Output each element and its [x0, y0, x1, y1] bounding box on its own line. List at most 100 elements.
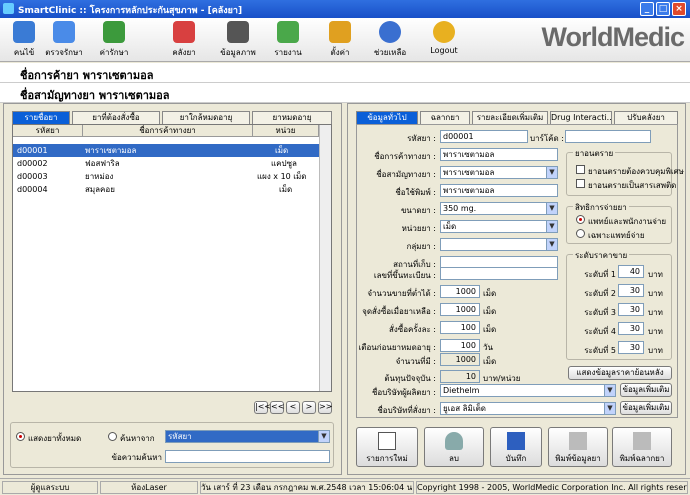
tab-near-expiry[interactable]: ยาใกล้หมดอายุ [162, 111, 250, 124]
price-level-field[interactable]: 30 [618, 322, 644, 335]
expiry-warn-field[interactable]: 100 [440, 339, 480, 352]
search-by-radio[interactable] [108, 432, 117, 441]
generic-name-select[interactable]: พาราเซตามอล ▼ [440, 166, 558, 179]
vendor-select[interactable]: ยูเอส ลิมิเต็ด ▼ [440, 402, 616, 415]
table-row[interactable]: d00002 ฟอสฟาริล แคปซูล [13, 157, 319, 170]
tab-general[interactable]: ข้อมูลทั่วไป [356, 111, 418, 124]
reorder-field[interactable]: 1000 [440, 303, 480, 316]
dispense-all-radio[interactable] [576, 215, 585, 224]
toolbar-label: ตั้งค่า [330, 48, 350, 57]
price-level-field[interactable]: 30 [618, 341, 644, 354]
controlled-drug-checkbox[interactable] [576, 165, 585, 174]
patient-icon [13, 21, 35, 43]
min-qty-field[interactable]: 1000 [440, 285, 480, 298]
maximize-button[interactable]: □ [656, 2, 670, 16]
vendor-more-button[interactable]: ข้อมูลเพิ่มเติม [620, 401, 672, 415]
title-bar: SmartClinic :: โครงการหลักประกันสุขภาพ -… [0, 0, 690, 18]
dispense-doctor-label: เฉพาะแพทย์จ่าย [588, 231, 645, 240]
toolbar-label: ตรวจรักษา [45, 48, 83, 57]
toolbar-help-button[interactable]: ช่วยเหลือ [366, 21, 414, 59]
price-history-button[interactable]: แสดงข้อมูลราคาย้อนหลัง [568, 366, 672, 380]
toolbar-treatment-button[interactable]: ตรวจรักษา [40, 21, 88, 59]
cell-unit: เม็ด [279, 185, 293, 194]
narcotic-drug-checkbox[interactable] [576, 179, 585, 188]
toolbar-pharmacy-button[interactable]: คลังยา [160, 21, 208, 59]
tab-expired[interactable]: ยาหมดอายุ [252, 111, 332, 124]
tab-drug-list[interactable]: รายชื่อยา [12, 111, 70, 124]
status-datetime: วัน เสาร์ ที่ 23 เดือน กรกฎาคม พ.ศ.2548 … [200, 481, 414, 494]
pager-next-button[interactable]: > [302, 401, 316, 414]
drug-table: รหัสยา ชื่อการค้าทางยา หน่วย d00001 พาราเ… [12, 124, 332, 392]
money-icon [103, 21, 125, 43]
col-header-code[interactable]: รหัสยา [13, 125, 83, 137]
save-button[interactable]: บันทึก [490, 427, 542, 467]
toolbar-label: ค่ารักษา [99, 48, 129, 57]
barcode-field[interactable] [565, 130, 651, 143]
pager-first-button[interactable]: |<< [254, 401, 271, 414]
toolbar-fee-button[interactable]: ค่ารักษา [90, 21, 138, 59]
tab-to-order[interactable]: ยาที่ต้องสั่งซื้อ [72, 111, 160, 124]
supplier-select[interactable]: Diethelm ▼ [440, 384, 616, 397]
pager-prev-button[interactable]: < [286, 401, 300, 414]
toolbar-logout-button[interactable]: Logout [420, 21, 468, 55]
dispense-all-label: แพทย์และพนักงานจ่าย [588, 217, 667, 226]
toolbar-image-button[interactable]: ข้อมูลภาพ [214, 21, 262, 59]
table-row[interactable]: d00001 พาราเซตามอล เม็ด [13, 144, 319, 157]
price-level-field[interactable]: 30 [618, 284, 644, 297]
status-bar: ผู้ดูแลระบบ ห้องLaser วัน เสาร์ ที่ 23 เ… [0, 478, 690, 495]
tab-label[interactable]: ฉลากยา [420, 111, 470, 124]
vendor-value: ยูเอส ลิมิเต็ด [443, 404, 486, 413]
search-field-select[interactable]: รหัสยา ▼ [165, 430, 330, 443]
tab-adjust-stock[interactable]: ปรับคลังยา [614, 111, 678, 124]
toolbar-label: ช่วยเหลือ [373, 48, 407, 57]
col-header-unit[interactable]: หน่วย [253, 125, 319, 137]
group-select[interactable]: ▼ [440, 238, 558, 251]
delete-button[interactable]: ลบ [424, 427, 484, 467]
print-name-field[interactable]: พาราเซตามอล [440, 184, 558, 197]
tab-drug-interaction[interactable]: Drug Interacti... [550, 111, 612, 124]
minimize-button[interactable]: _ [640, 2, 654, 16]
price-level-field[interactable]: 40 [618, 265, 644, 278]
brand-logo: WorldMedic [541, 22, 685, 52]
chevron-down-icon: ▼ [546, 203, 557, 214]
registration-field[interactable] [440, 267, 558, 280]
chevron-down-icon: ▼ [604, 403, 615, 414]
search-input[interactable] [165, 450, 330, 463]
registration-label: เลขที่ขึ้นทะเบียน : [373, 271, 436, 280]
toolbar-report-button[interactable]: รายงาน [264, 21, 312, 59]
toolbar-settings-button[interactable]: ตั้งค่า [316, 21, 364, 59]
price-unit: บาท [648, 270, 663, 279]
tab-details[interactable]: รายละเอียดเพิ่มเติม [472, 111, 548, 124]
unit-select[interactable]: เม็ด ▼ [440, 220, 558, 233]
cell-name: พาราเซตามอล [85, 146, 137, 155]
dispense-title: สิทธิการจ่ายยา [573, 201, 629, 214]
supplier-more-button[interactable]: ข้อมูลเพิ่มเติม [620, 383, 672, 397]
price-unit: บาท [648, 327, 663, 336]
new-item-button[interactable]: รายการใหม่ [356, 427, 418, 467]
table-row[interactable]: d00004 สมุลคอย เม็ด [13, 183, 319, 196]
dispense-doctor-radio[interactable] [576, 229, 585, 238]
vertical-scrollbar[interactable] [319, 125, 331, 391]
close-button[interactable]: × [672, 2, 686, 16]
pager-last-button[interactable]: >> [318, 401, 332, 414]
cell-code: d00003 [17, 172, 48, 181]
button-label: พิมพ์ฉลากยา [619, 454, 665, 463]
order-qty-field[interactable]: 100 [440, 321, 480, 334]
cell-code: d00001 [17, 146, 48, 155]
col-header-name[interactable]: ชื่อการค้าทางยา [83, 125, 253, 137]
show-all-radio[interactable] [16, 432, 25, 441]
controlled-drug-label: ยาอนตรายต้องควบคุมพิเศษ [588, 167, 684, 176]
table-row[interactable]: d00003 ยาหม่อง แผง x 10 เม็ด [13, 170, 319, 183]
search-text-label: ข้อความค้นหา [111, 453, 162, 462]
trade-name-field[interactable]: พาราเซตามอล [440, 148, 558, 161]
status-user: ผู้ดูแลระบบ [2, 481, 98, 494]
code-field[interactable]: d00001 [440, 130, 528, 143]
logout-icon [433, 21, 455, 43]
print-drug-info-button[interactable]: พิมพ์ข้อมูลยา [548, 427, 608, 467]
print-label-button[interactable]: พิมพ์ฉลากยา [612, 427, 672, 467]
dose-select[interactable]: 350 mg. ▼ [440, 202, 558, 215]
toolbar-label: รายงาน [274, 48, 302, 57]
pager-prev-page-button[interactable]: << [270, 401, 284, 414]
price-level-field[interactable]: 30 [618, 303, 644, 316]
toolbar-label: ข้อมูลภาพ [220, 48, 256, 57]
